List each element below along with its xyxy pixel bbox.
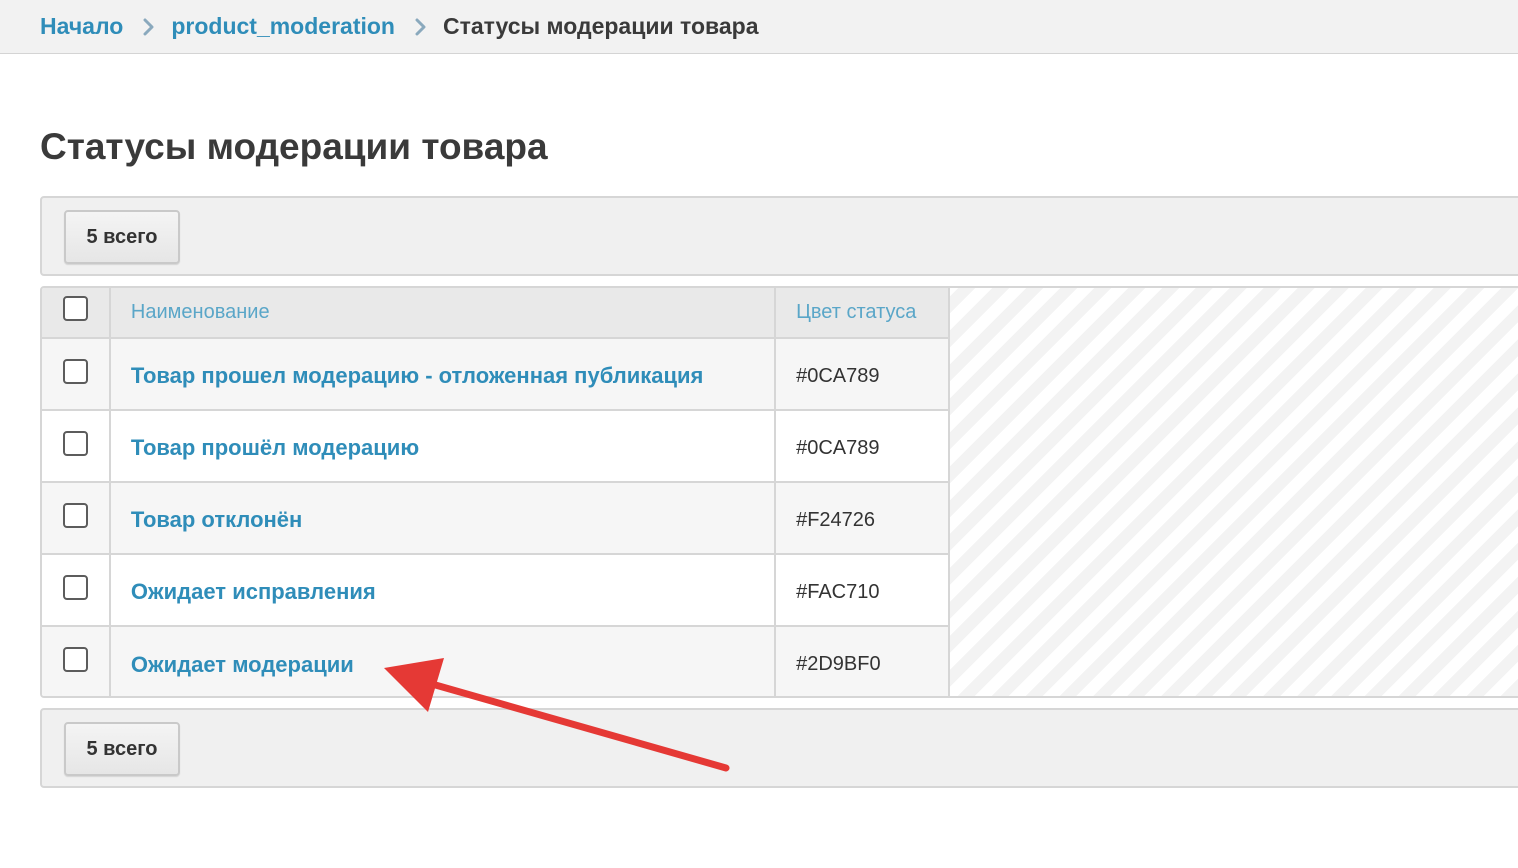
row-color-value: #0CA789 (796, 436, 880, 459)
chevron-right-icon (415, 18, 427, 36)
row-name-link[interactable]: Ожидает исправления (131, 579, 376, 604)
row-color-value: #0CA789 (796, 364, 880, 387)
results-table-container: Наименование Цвет статуса Товар прошел м… (40, 286, 1518, 698)
column-header-color[interactable]: Цвет статуса (775, 288, 950, 339)
total-count-button[interactable]: 5 всего (64, 210, 180, 264)
row-checkbox[interactable] (62, 574, 88, 600)
table-row: Ожидает модерации #2D9BF0 (42, 626, 950, 696)
table-row: Товар прошел модерацию - отложенная публ… (42, 338, 950, 411)
row-color-value: #FAC710 (796, 580, 880, 603)
row-color-value: #2D9BF0 (796, 653, 881, 675)
row-color-value: #F24726 (796, 508, 876, 531)
row-checkbox[interactable] (62, 647, 88, 672)
breadcrumb: Начало product_moderation Статусы модера… (0, 0, 1518, 54)
row-name-link[interactable]: Товар отклонён (131, 507, 302, 532)
page-title: Статусы модерации товара (40, 126, 548, 167)
column-header-name[interactable]: Наименование (109, 288, 777, 339)
table-row: Товар прошёл модерацию #0CA789 (42, 410, 950, 483)
row-name-link[interactable]: Товар прошел модерацию - отложенная публ… (131, 363, 703, 388)
row-checkbox[interactable] (62, 358, 88, 384)
select-all-checkbox[interactable] (62, 295, 88, 321)
row-checkbox[interactable] (62, 502, 88, 528)
bottom-toolbar: 5 всего (40, 708, 1518, 788)
row-checkbox[interactable] (62, 430, 88, 456)
row-name-link[interactable]: Ожидает модерации (131, 652, 354, 677)
breadcrumb-current: Статусы модерации товара (442, 13, 759, 39)
table-row: Ожидает исправления #FAC710 (42, 554, 950, 627)
top-toolbar: 5 всего (40, 196, 1518, 276)
row-name-link[interactable]: Товар прошёл модерацию (131, 435, 419, 460)
results-table: Наименование Цвет статуса Товар прошел м… (42, 288, 950, 696)
select-all-cell (42, 288, 111, 339)
total-count-button[interactable]: 5 всего (64, 722, 180, 776)
breadcrumb-home-link[interactable]: Начало (40, 13, 123, 40)
table-row: Товар отклонён #F24726 (42, 482, 950, 555)
table-header-row: Наименование Цвет статуса (42, 288, 950, 339)
breadcrumb-module-link[interactable]: product_moderation (171, 13, 395, 40)
chevron-right-icon (143, 18, 155, 36)
